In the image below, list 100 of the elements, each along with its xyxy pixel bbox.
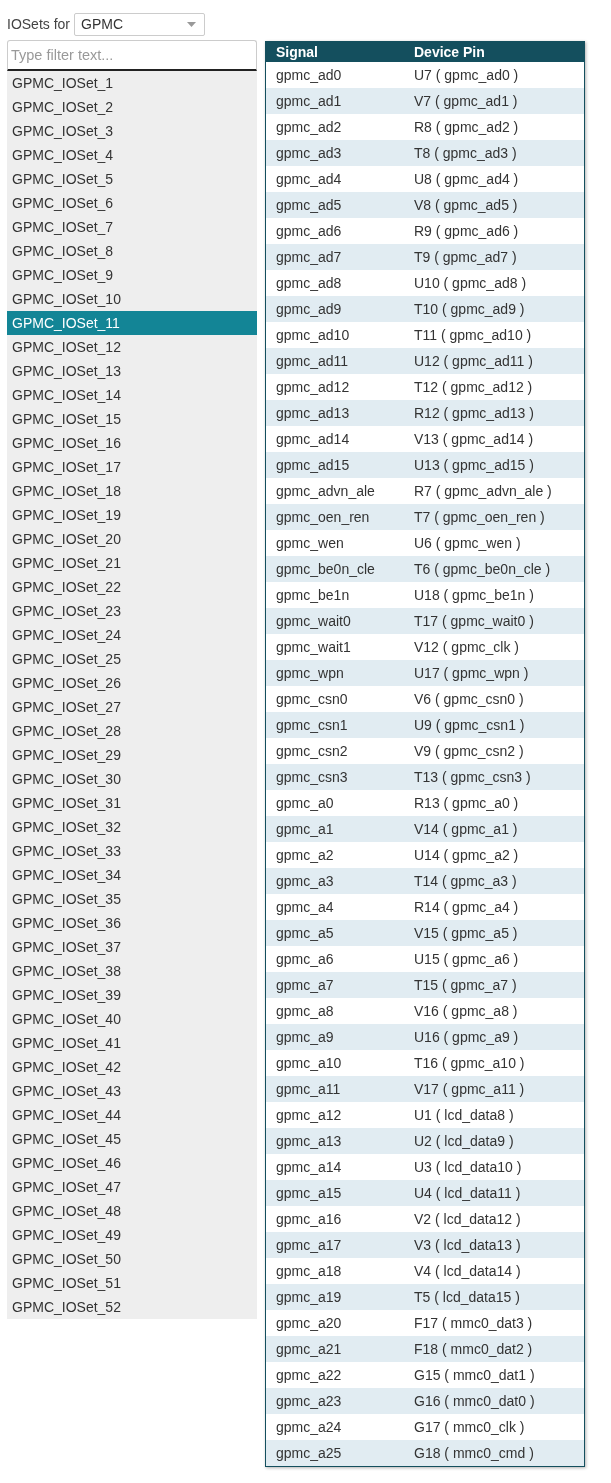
table-cell-text: R9 ( gpmc_ad6 )	[413, 221, 519, 241]
ioset-list-item[interactable]: GPMC_IOSet_43	[7, 1079, 257, 1103]
ioset-list-item[interactable]: GPMC_IOSet_13	[7, 359, 257, 383]
ioset-list-item[interactable]: GPMC_IOSet_21	[7, 551, 257, 575]
table-cell-text: gpmc_a21	[275, 1339, 343, 1359]
table-cell-text: gpmc_a4	[275, 897, 335, 917]
table-cell-text: V12 ( gpmc_clk )	[413, 637, 520, 657]
ioset-list-item[interactable]: GPMC_IOSet_38	[7, 959, 257, 983]
ioset-list-item[interactable]: GPMC_IOSet_28	[7, 719, 257, 743]
table-cell-text: gpmc_a5	[275, 923, 335, 943]
table-cell-text: U12 ( gpmc_ad11 )	[413, 351, 533, 371]
ioset-list-item[interactable]: GPMC_IOSet_16	[7, 431, 257, 455]
ioset-list-item[interactable]: GPMC_IOSet_25	[7, 647, 257, 671]
peripheral-dropdown[interactable]: GPMC	[74, 12, 206, 36]
ioset-list-item[interactable]: GPMC_IOSet_11	[7, 311, 257, 335]
column-header: Device Pin	[413, 42, 485, 62]
ioset-list-item[interactable]: GPMC_IOSet_39	[7, 983, 257, 1007]
table-cell-text: T14 ( gpmc_a3 )	[413, 871, 517, 891]
ioset-list-item[interactable]: GPMC_IOSet_20	[7, 527, 257, 551]
ioset-list-item[interactable]: GPMC_IOSet_51	[7, 1271, 257, 1295]
table-cell-text: gpmc_ad11	[275, 351, 350, 371]
ioset-list-item[interactable]: GPMC_IOSet_46	[7, 1151, 257, 1175]
ioset-list-item[interactable]: GPMC_IOSet_50	[7, 1247, 257, 1271]
ioset-list-item[interactable]: GPMC_IOSet_34	[7, 863, 257, 887]
ioset-list-item[interactable]: GPMC_IOSet_30	[7, 767, 257, 791]
table-cell-text: U6 ( gpmc_wen )	[413, 533, 521, 553]
ioset-list-item[interactable]: GPMC_IOSet_49	[7, 1223, 257, 1247]
table-cell-text: T7 ( gpmc_oen_ren )	[413, 507, 545, 527]
table-cell-text: U10 ( gpmc_ad8 )	[413, 273, 527, 293]
table-cell-text: gpmc_a11	[275, 1079, 342, 1099]
ioset-list-item[interactable]: GPMC_IOSet_19	[7, 503, 257, 527]
ioset-list-item[interactable]: GPMC_IOSet_24	[7, 623, 257, 647]
table-cell-text: gpmc_a14	[275, 1157, 343, 1177]
table-cell-text: gpmc_a20	[275, 1313, 343, 1333]
ioset-list-item[interactable]: GPMC_IOSet_9	[7, 263, 257, 287]
ioset-list-item[interactable]: GPMC_IOSet_3	[7, 119, 257, 143]
ioset-list-item[interactable]: GPMC_IOSet_40	[7, 1007, 257, 1031]
table-cell-text: gpmc_ad1	[275, 91, 343, 111]
ioset-list-item[interactable]: GPMC_IOSet_17	[7, 455, 257, 479]
ioset-list-item[interactable]: GPMC_IOSet_2	[7, 95, 257, 119]
table-cell-text: gpmc_a23	[275, 1391, 343, 1411]
ioset-list-item[interactable]: GPMC_IOSet_35	[7, 887, 257, 911]
ioset-list-item[interactable]: GPMC_IOSet_15	[7, 407, 257, 431]
table-cell-text: gpmc_a0	[275, 793, 335, 813]
ioset-list-item[interactable]: GPMC_IOSet_8	[7, 239, 257, 263]
ioset-list-item[interactable]: GPMC_IOSet_52	[7, 1295, 257, 1319]
table-cell-text: gpmc_ad12	[275, 377, 351, 397]
table-cell-text: U13 ( gpmc_ad15 )	[413, 455, 534, 475]
table-cell-text: T5 ( lcd_data15 )	[413, 1287, 520, 1307]
ioset-list-item[interactable]: GPMC_IOSet_14	[7, 383, 257, 407]
ioset-list-item[interactable]: GPMC_IOSet_6	[7, 191, 257, 215]
table-cell-text: gpmc_a18	[275, 1261, 343, 1281]
table-cell-text: U9 ( gpmc_csn1 )	[413, 715, 525, 735]
ioset-list-item[interactable]: GPMC_IOSet_23	[7, 599, 257, 623]
table-cell-text: gpmc_wen	[275, 533, 345, 553]
ioset-list-item[interactable]: GPMC_IOSet_26	[7, 671, 257, 695]
ioset-list-item[interactable]: GPMC_IOSet_45	[7, 1127, 257, 1151]
ioset-list-item[interactable]: GPMC_IOSet_12	[7, 335, 257, 359]
ioset-list-item[interactable]: GPMC_IOSet_29	[7, 743, 257, 767]
table-cell-text: gpmc_wait1	[275, 637, 352, 657]
table-cell-text: U15 ( gpmc_a6 )	[413, 949, 519, 969]
ioset-list-item[interactable]: GPMC_IOSet_48	[7, 1199, 257, 1223]
table-cell-text: gpmc_ad9	[275, 299, 343, 319]
table-cell-text: gpmc_a7	[275, 975, 335, 995]
table-cell-text: gpmc_ad8	[275, 273, 343, 293]
ioset-list-item[interactable]: GPMC_IOSet_33	[7, 839, 257, 863]
table-cell-text: V7 ( gpmc_ad1 )	[413, 91, 518, 111]
table-cell-text: gpmc_a15	[275, 1183, 343, 1203]
table-cell-text: V9 ( gpmc_csn2 )	[413, 741, 524, 761]
ioset-list-item[interactable]: GPMC_IOSet_47	[7, 1175, 257, 1199]
ioset-list-item[interactable]: GPMC_IOSet_44	[7, 1103, 257, 1127]
ioset-list-item[interactable]: GPMC_IOSet_36	[7, 911, 257, 935]
table-cell-text: gpmc_be0n_cle	[275, 559, 376, 579]
table-cell-text: T12 ( gpmc_ad12 )	[413, 377, 533, 397]
ioset-list-item[interactable]: GPMC_IOSet_31	[7, 791, 257, 815]
table-cell-text: gpmc_a22	[275, 1365, 343, 1385]
table-cell-text: V6 ( gpmc_csn0 )	[413, 689, 524, 709]
iosets-label: IOSets for	[7, 14, 71, 34]
ioset-list-item[interactable]: GPMC_IOSet_10	[7, 287, 257, 311]
table-cell-text: F17 ( mmc0_dat3 )	[413, 1313, 533, 1333]
ioset-list-item[interactable]: GPMC_IOSet_41	[7, 1031, 257, 1055]
ioset-list-item[interactable]: GPMC_IOSet_18	[7, 479, 257, 503]
table-cell-text: gpmc_a19	[275, 1287, 343, 1307]
ioset-list-item[interactable]: GPMC_IOSet_22	[7, 575, 257, 599]
table-cell-text: gpmc_oen_ren	[275, 507, 371, 527]
table-cell-text: U4 ( lcd_data11 )	[413, 1183, 521, 1203]
filter-field[interactable]: Type filter text...	[7, 40, 257, 71]
table-cell-text: V15 ( gpmc_a5 )	[413, 923, 518, 943]
ioset-list-item[interactable]: GPMC_IOSet_37	[7, 935, 257, 959]
ioset-list-item[interactable]: GPMC_IOSet_1	[7, 71, 257, 95]
ioset-list-item[interactable]: GPMC_IOSet_4	[7, 143, 257, 167]
ioset-list-item[interactable]: GPMC_IOSet_5	[7, 167, 257, 191]
ioset-list-item[interactable]: GPMC_IOSet_32	[7, 815, 257, 839]
table-cell-text: R12 ( gpmc_ad13 )	[413, 403, 534, 423]
table-cell-text: gpmc_advn_ale	[275, 481, 376, 501]
table-cell-text: gpmc_ad10	[275, 325, 351, 345]
table-cell-text: gpmc_a1	[275, 819, 335, 839]
ioset-list-item[interactable]: GPMC_IOSet_7	[7, 215, 257, 239]
ioset-list-item[interactable]: GPMC_IOSet_42	[7, 1055, 257, 1079]
ioset-list-item[interactable]: GPMC_IOSet_27	[7, 695, 257, 719]
